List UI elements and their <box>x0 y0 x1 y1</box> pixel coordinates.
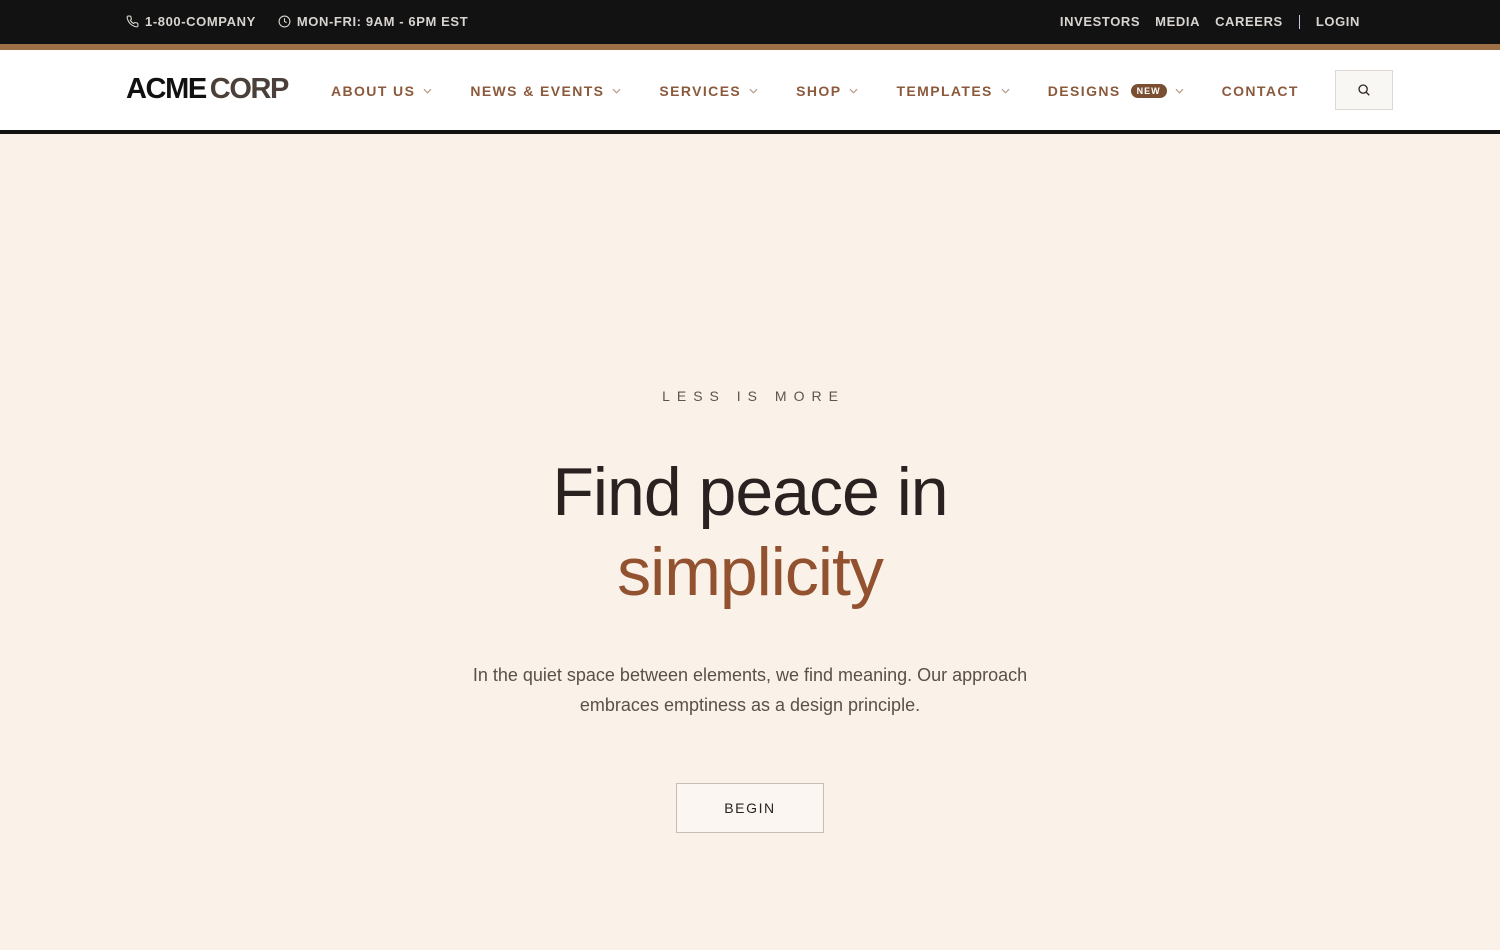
careers-link[interactable]: CAREERS <box>1215 14 1283 29</box>
nav-item-news-events[interactable]: NEWS & EVENTS <box>470 83 621 99</box>
logo-part-1: ACME <box>126 73 207 105</box>
chevron-down-icon <box>749 88 758 94</box>
hero-subtext: In the quiet space between elements, we … <box>472 665 1028 715</box>
nav-menu: ABOUT US NEWS & EVENTS SERVICES SHOP TEM… <box>331 83 1299 99</box>
nav-item-label: CONTACT <box>1221 83 1299 99</box>
hero-eyebrow: LESS IS MORE <box>662 388 845 404</box>
investors-link[interactable]: INVESTORS <box>1060 14 1140 29</box>
phone-number: 1-800-COMPANY <box>145 14 256 29</box>
phone-icon <box>126 15 139 28</box>
main-navbar: ACME CORP ABOUT US NEWS & EVENTS SERVICES… <box>0 50 1500 130</box>
hero-section: LESS IS MORE Find peace in simplicity In… <box>0 134 1500 950</box>
chevron-down-icon <box>1001 88 1010 94</box>
logo[interactable]: ACME CORP <box>126 73 290 106</box>
headline-line-2: simplicity <box>617 534 884 610</box>
headline-line-1: Find peace in <box>552 454 948 530</box>
nav-item-about-us[interactable]: ABOUT US <box>331 83 432 99</box>
new-badge: NEW <box>1130 84 1167 98</box>
utility-links: INVESTORS MEDIA CAREERS LOGIN <box>1045 14 1360 29</box>
nav-item-label: NEWS & EVENTS <box>470 83 605 99</box>
contact-info: 1-800-COMPANY MON-FRI: 9AM - 6PM EST <box>126 14 490 29</box>
nav-item-services[interactable]: SERVICES <box>659 83 758 99</box>
chevron-down-icon <box>849 88 858 94</box>
utility-divider <box>1298 14 1300 29</box>
hero-headline: Find peace in simplicity <box>0 452 1500 612</box>
chevron-down-icon <box>423 88 432 94</box>
chevron-down-icon <box>1175 88 1184 94</box>
nav-item-contact[interactable]: CONTACT <box>1222 83 1299 99</box>
chevron-down-icon <box>612 88 621 94</box>
nav-item-label: TEMPLATES <box>896 83 993 99</box>
logo-part-2: CORP <box>209 73 290 105</box>
begin-button[interactable]: BEGIN <box>676 783 824 833</box>
business-hours: MON-FRI: 9AM - 6PM EST <box>296 14 469 29</box>
top-utility-bar: 1-800-COMPANY MON-FRI: 9AM - 6PM EST INV… <box>0 0 1500 44</box>
search-button[interactable] <box>1335 70 1393 110</box>
nav-item-label: SHOP <box>796 83 842 99</box>
nav-item-label: SERVICES <box>659 83 742 99</box>
clock-icon <box>278 15 291 28</box>
nav-item-designs[interactable]: DESIGNS NEW <box>1048 83 1184 99</box>
nav-item-label: DESIGNS <box>1047 83 1121 99</box>
login-link[interactable]: LOGIN <box>1316 14 1360 29</box>
nav-item-label: ABOUT US <box>331 83 416 99</box>
nav-item-shop[interactable]: SHOP <box>796 83 858 99</box>
search-icon <box>1358 84 1370 96</box>
media-link[interactable]: MEDIA <box>1155 14 1200 29</box>
hours-item: MON-FRI: 9AM - 6PM EST <box>278 14 468 29</box>
phone-item[interactable]: 1-800-COMPANY <box>126 14 256 29</box>
nav-item-templates[interactable]: TEMPLATES <box>896 83 1010 99</box>
